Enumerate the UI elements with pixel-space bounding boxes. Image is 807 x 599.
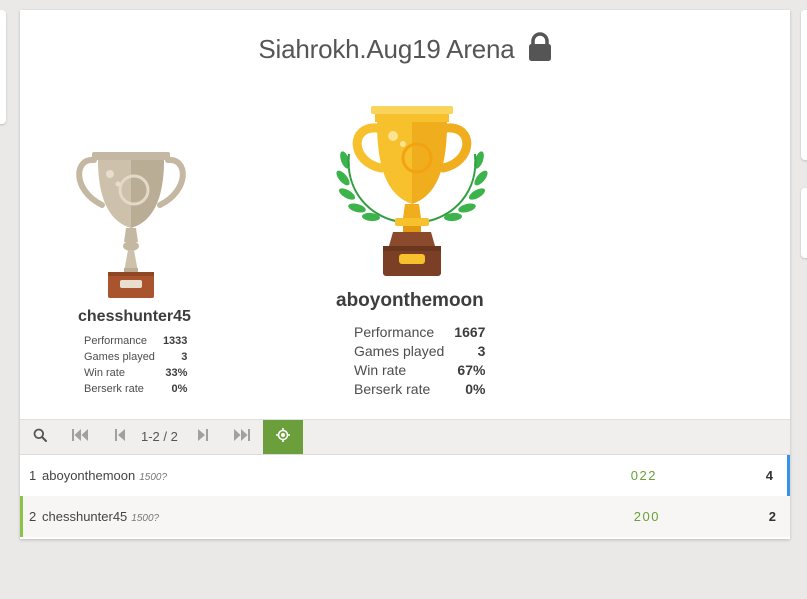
stat-value: 33% (165, 367, 188, 379)
standings-rank: 2 (29, 509, 37, 524)
first-page-button[interactable] (66, 420, 94, 454)
right-panel-edge (801, 10, 807, 160)
stat-label: Berserk rate (84, 383, 144, 395)
total-score: 4 (765, 468, 773, 483)
player-name[interactable]: aboyonthemoon (42, 468, 135, 483)
stat-row: Performance 1333 (84, 333, 187, 349)
right-panel-edge-lower (801, 188, 807, 258)
second-place-player: chesshunter45 (78, 308, 191, 326)
stat-value: 1667 (454, 323, 486, 340)
stat-row: Performance 1667 (354, 322, 485, 341)
total-score: 2 (768, 509, 776, 524)
focus-me-button[interactable] (263, 420, 303, 454)
stat-value: 1333 (162, 335, 188, 347)
left-panel-edge (0, 10, 6, 124)
stat-row: Win rate 67% (354, 360, 485, 379)
standings-row[interactable]: 1 aboyonthemoon 1500? 022 4 (20, 455, 790, 496)
stat-row: Games played 3 (354, 341, 485, 360)
stat-value: 3 (477, 342, 486, 359)
stat-row: Games played 3 (84, 349, 187, 365)
tournament-title-text: Siahrokh.Aug19 Arena (258, 34, 515, 64)
next-page-icon (198, 428, 208, 446)
stat-row: Berserk rate 0% (84, 381, 187, 397)
next-page-button[interactable] (191, 420, 215, 454)
lock-icon (528, 32, 552, 69)
stat-label: Games played (354, 342, 445, 359)
stat-value: 0% (465, 380, 486, 397)
stat-row: Berserk rate 0% (354, 379, 485, 398)
second-place-name[interactable]: chesshunter45 (78, 308, 191, 326)
page-indicator: 1-2 / 2 (141, 429, 178, 444)
first-place-player: aboyonthemoon (336, 290, 484, 312)
last-page-button[interactable] (228, 420, 256, 454)
first-page-icon (72, 428, 88, 446)
stat-label: Games played (84, 351, 155, 363)
stat-row: Win rate 33% (84, 365, 187, 381)
tournament-card: Siahrokh.Aug19 Arena chesshunter45 Perfo… (20, 10, 790, 539)
first-place-stats: Performance 1667 Games played 3 Win rate 67… (354, 322, 485, 398)
stat-value: 3 (181, 351, 188, 363)
gold-trophy-icon (331, 96, 493, 283)
standings-player[interactable]: chesshunter45 1500? (42, 496, 159, 539)
search-button[interactable] (28, 420, 52, 454)
stat-value: 0% (171, 383, 188, 395)
crosshair-icon (276, 427, 290, 447)
score-sheet: 022 (630, 468, 657, 483)
search-icon (33, 428, 47, 447)
standings-player[interactable]: aboyonthemoon 1500? (42, 455, 167, 498)
previous-page-button[interactable] (108, 420, 132, 454)
previous-page-icon (115, 428, 125, 446)
player-name[interactable]: chesshunter45 (42, 509, 127, 524)
second-place-stats: Performance 1333 Games played 3 Win rate 33… (84, 333, 187, 397)
first-place-stats-table: Performance 1667 Games played 3 Win rate 67… (354, 322, 485, 398)
stat-label: Win rate (84, 367, 125, 379)
standings-row[interactable]: 2 chesshunter45 1500? 200 2 (20, 496, 790, 537)
standings-pager: 1-2 / 2 (20, 419, 790, 455)
silver-trophy-icon (72, 150, 190, 303)
stat-label: Win rate (354, 361, 407, 378)
stat-label: Performance (84, 335, 147, 347)
first-place-name[interactable]: aboyonthemoon (336, 290, 484, 312)
standings-rank: 1 (29, 468, 37, 483)
player-rating: 1500? (139, 472, 168, 483)
last-page-icon (234, 428, 250, 446)
second-place-stats-table: Performance 1333 Games played 3 Win rate 33… (84, 333, 187, 397)
tournament-title: Siahrokh.Aug19 Arena (20, 32, 790, 69)
score-sheet: 200 (633, 509, 660, 524)
player-rating: 1500? (131, 513, 160, 524)
stat-label: Berserk rate (354, 380, 431, 397)
stat-label: Performance (354, 323, 435, 340)
stat-value: 67% (457, 361, 486, 378)
